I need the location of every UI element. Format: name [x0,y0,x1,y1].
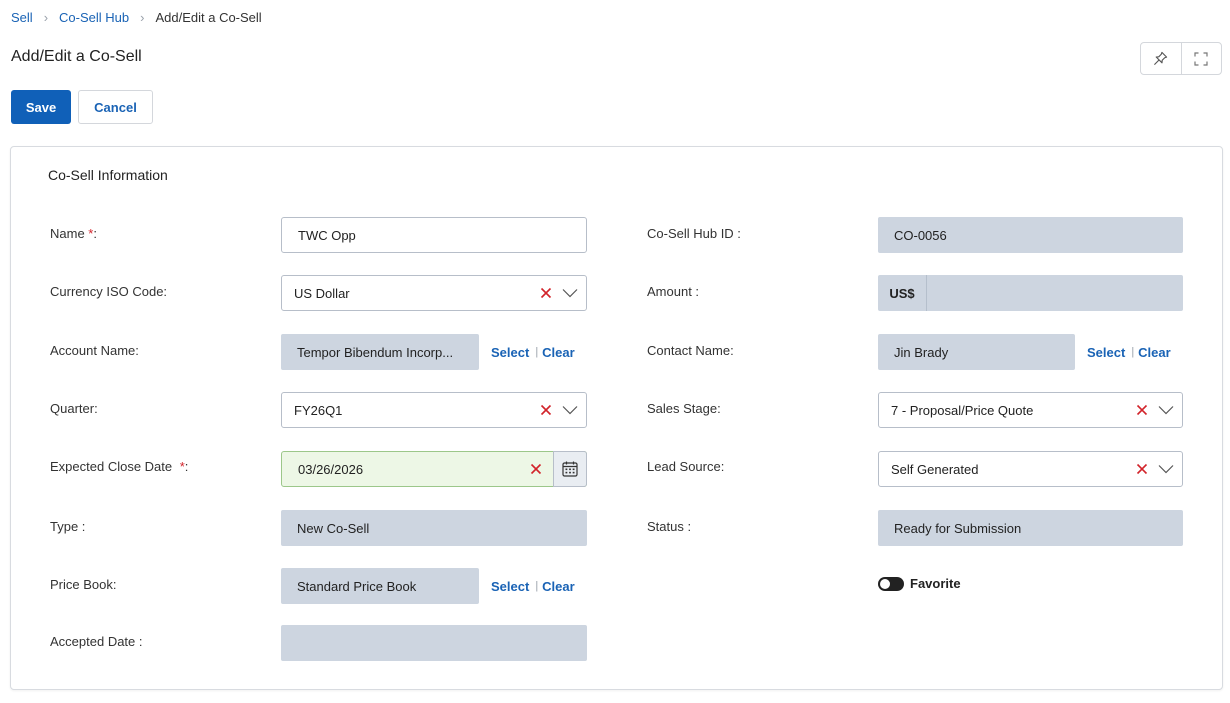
type-label: Type : [50,519,86,534]
save-button[interactable]: Save [11,90,71,124]
price-book-label: Price Book: [50,577,117,592]
page-title: Add/Edit a Co-Sell [11,48,142,65]
calendar-icon[interactable] [553,451,587,487]
breadcrumb-current: Add/Edit a Co-Sell [155,9,262,25]
price-book-select-link[interactable]: Select [491,579,529,594]
amount-field: US$ [878,275,1183,311]
account-clear-link[interactable]: Clear [542,345,575,360]
account-name-field: Tempor Bibendum Incorp... [281,334,479,370]
favorite-toggle[interactable] [878,576,904,591]
chevron-down-icon[interactable] [562,405,578,415]
breadcrumb: Sell › Co-Sell Hub › Add/Edit a Co-Sell [11,9,262,25]
price-book-field: Standard Price Book [281,568,479,604]
page-actions [1140,42,1222,75]
currency-prefix: US$ [878,275,927,311]
contact-name-actions: Select | Clear [1087,334,1171,370]
clear-x-icon[interactable] [1136,463,1148,475]
name-input[interactable]: TWC Opp [281,217,587,253]
expand-icon[interactable] [1180,43,1222,74]
sales-stage-label: Sales Stage: [647,401,721,416]
link-divider: | [535,580,539,592]
pin-icon[interactable] [1141,43,1181,74]
contact-name-label: Contact Name: [647,343,734,358]
sales-stage-select[interactable]: 7 - Proposal/Price Quote [878,392,1183,428]
quarter-select[interactable]: FY26Q1 [281,392,587,428]
clear-x-icon[interactable] [1136,404,1148,416]
clear-x-icon[interactable] [540,287,552,299]
chevron-down-icon[interactable] [1158,405,1174,415]
contact-clear-link[interactable]: Clear [1138,345,1171,360]
breadcrumb-separator-icon: › [43,9,49,25]
status-label: Status : [647,519,692,534]
account-name-actions: Select | Clear [491,334,575,370]
account-select-link[interactable]: Select [491,345,529,360]
clear-x-icon[interactable] [540,404,552,416]
price-book-clear-link[interactable]: Clear [542,579,575,594]
toggle-knob [880,578,890,589]
accepted-date-label: Accepted Date : [50,634,143,649]
favorite-label: Favorite [910,576,961,591]
chevron-down-icon[interactable] [1158,464,1174,474]
currency-label: Currency ISO Code: [50,284,168,299]
expected-close-date-input[interactable]: 03/26/2026 [281,451,587,487]
co-sell-hub-id-field: CO-0056 [878,217,1183,253]
name-label: Name *: [50,226,97,241]
contact-name-field: Jin Brady [878,334,1075,370]
breadcrumb-link-sell[interactable]: Sell [11,10,33,25]
status-field: Ready for Submission [878,510,1183,546]
cancel-button[interactable]: Cancel [78,90,153,124]
favorite-toggle-group: Favorite [878,576,961,591]
co-sell-hub-id-label: Co-Sell Hub ID : [647,226,741,241]
price-book-actions: Select | Clear [491,568,575,604]
type-field: New Co-Sell [281,510,587,546]
clear-x-icon[interactable] [530,463,542,475]
link-divider: | [1131,346,1135,358]
expected-close-date-label: Expected Close Date *: [50,459,189,474]
account-name-label: Account Name: [50,343,139,358]
contact-select-link[interactable]: Select [1087,345,1125,360]
breadcrumb-separator-icon: › [140,9,145,25]
lead-source-select[interactable]: Self Generated [878,451,1183,487]
quarter-label: Quarter: [50,401,98,416]
amount-label: Amount : [647,284,700,299]
accepted-date-field [281,625,587,661]
link-divider: | [535,346,539,358]
chevron-down-icon[interactable] [562,288,578,298]
section-title: Co-Sell Information [48,167,168,183]
lead-source-label: Lead Source: [647,459,725,474]
breadcrumb-link-co-sell-hub[interactable]: Co-Sell Hub [59,10,129,25]
currency-select[interactable]: US Dollar [281,275,587,311]
